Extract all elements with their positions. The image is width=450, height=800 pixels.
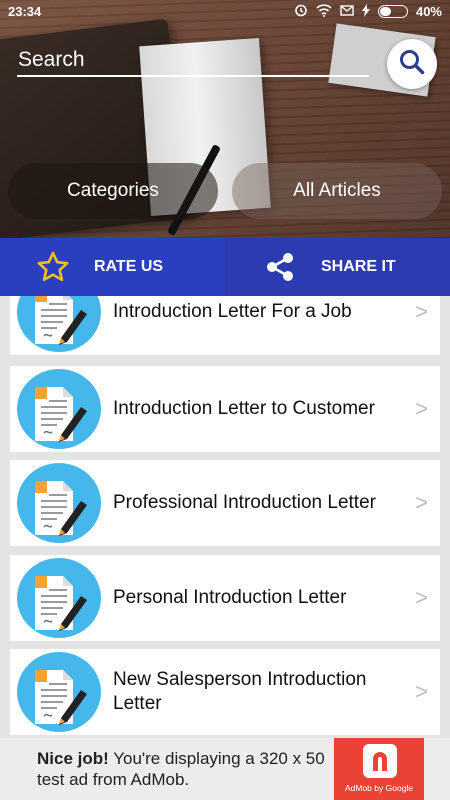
letter-icon <box>17 463 101 543</box>
battery-icon <box>377 5 408 18</box>
list-item-title: Introduction Letter to Customer <box>113 398 375 419</box>
list-item[interactable]: Professional Introduction Letter > <box>10 460 440 546</box>
list-item-title: Professional Introduction Letter <box>113 492 376 513</box>
share-it-label: SHARE IT <box>321 258 396 275</box>
share-icon <box>263 250 297 284</box>
list-item-title: New Salesperson Introduction Letter <box>113 669 367 714</box>
list-item-title: Personal Introduction Letter <box>113 587 347 608</box>
status-bar: 23:34 40% <box>0 0 450 24</box>
list-item[interactable]: Personal Introduction Letter > <box>10 555 440 641</box>
admob-logo: AdMob by Google <box>334 738 424 800</box>
ad-banner[interactable]: Nice job! You're displaying a 320 x 50 t… <box>0 738 450 800</box>
search-button[interactable] <box>387 39 437 89</box>
letter-icon <box>17 652 101 732</box>
mail-icon <box>340 4 354 19</box>
tab-categories[interactable]: Categories <box>8 163 218 219</box>
ad-headline: Nice job! <box>37 749 109 768</box>
chevron-right-icon: > <box>415 299 428 324</box>
chevron-right-icon: > <box>415 490 428 515</box>
letter-icon <box>17 369 101 449</box>
star-icon <box>36 250 70 284</box>
status-time: 23:34 <box>8 4 42 19</box>
battery-level-fill <box>379 7 392 16</box>
alarm-icon <box>294 3 308 20</box>
chevron-right-icon: > <box>415 396 428 421</box>
search-icon <box>398 48 426 81</box>
chevron-right-icon: > <box>415 679 428 704</box>
list-item[interactable]: Introduction Letter to Customer > <box>10 366 440 452</box>
letter-icon <box>17 296 101 352</box>
rate-us-button[interactable]: RATE US <box>0 238 225 296</box>
chevron-right-icon: > <box>415 585 428 610</box>
list-item[interactable]: Introduction Letter For a Job > <box>10 296 440 355</box>
list-item-title: Introduction Letter For a Job <box>113 301 352 322</box>
search-input[interactable]: Search <box>18 48 85 72</box>
battery-percent: 40% <box>415 4 442 19</box>
wifi-icon <box>316 3 332 20</box>
ad-text: Nice job! You're displaying a 320 x 50 t… <box>37 748 337 790</box>
rate-us-label: RATE US <box>94 258 164 275</box>
share-it-button[interactable]: SHARE IT <box>225 238 450 296</box>
tab-all-articles[interactable]: All Articles <box>232 163 442 219</box>
letter-icon <box>17 558 101 638</box>
article-list: Introduction Letter For a Job > Introduc… <box>0 296 450 738</box>
search-underline <box>17 75 369 77</box>
list-item[interactable]: New Salesperson Introduction Letter > <box>10 649 440 735</box>
action-bar: RATE US SHARE IT <box>0 238 450 296</box>
admob-brand: AdMob by Google <box>344 783 414 793</box>
charging-icon <box>361 3 370 20</box>
admob-icon <box>363 744 397 778</box>
